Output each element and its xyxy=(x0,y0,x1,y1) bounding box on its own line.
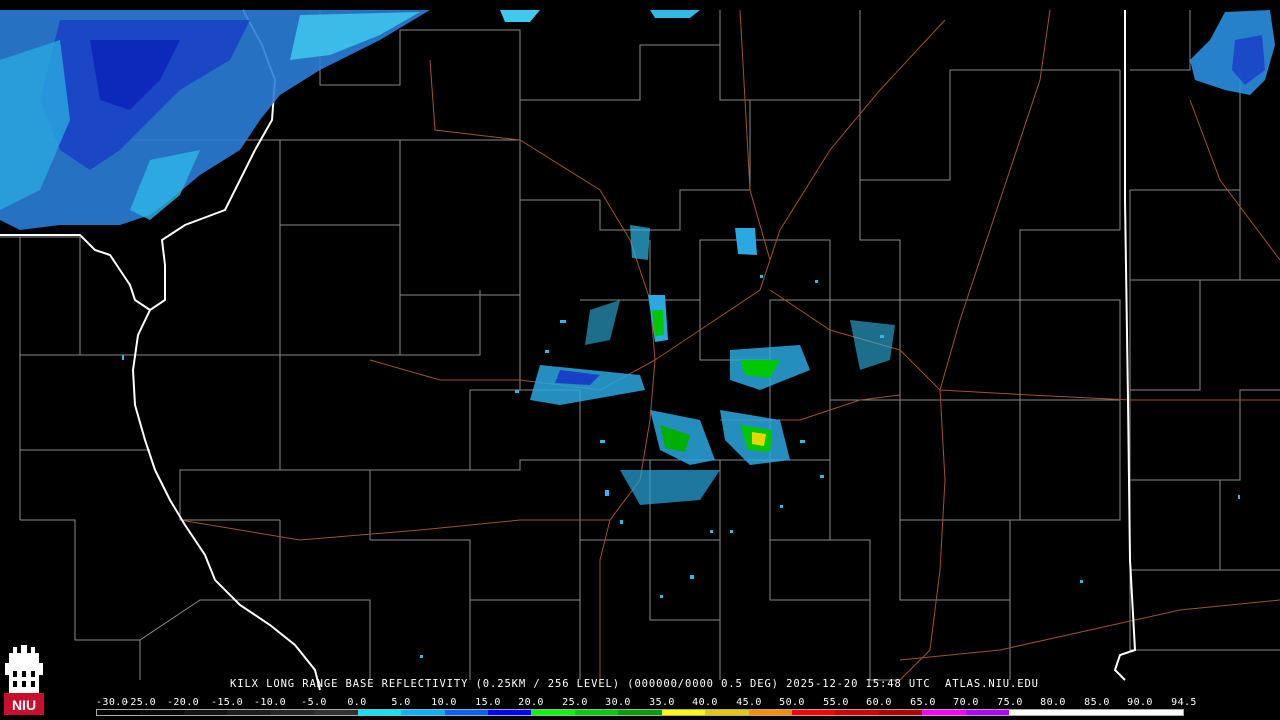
scale-label: 5.0 xyxy=(391,697,411,708)
logo-text: NIU xyxy=(12,697,36,713)
scale-color-segment xyxy=(792,710,836,715)
scale-label: 15.0 xyxy=(475,697,501,708)
scale-color-segment xyxy=(444,710,488,715)
timestamp: 2025-12-20 15:48 UTC xyxy=(786,678,931,690)
scale-label: 65.0 xyxy=(910,697,936,708)
scale-label: 30.0 xyxy=(605,697,631,708)
resolution-info: (0.25KM / 256 LEVEL) xyxy=(475,678,620,690)
scale-label: -20.0 xyxy=(166,697,200,708)
scale-color-segment xyxy=(748,710,792,715)
scale-color-segment xyxy=(183,710,228,715)
scale-label: 70.0 xyxy=(953,697,979,708)
scale-color-segment xyxy=(835,710,879,715)
scale-color-segment xyxy=(1139,710,1183,715)
scale-color-segment xyxy=(487,710,532,715)
scale-color-segment xyxy=(227,710,271,715)
scale-label: 25.0 xyxy=(562,697,588,708)
scale-label: 20.0 xyxy=(518,697,544,708)
scale-color-segment xyxy=(357,710,402,715)
scale-label: 75.0 xyxy=(997,697,1023,708)
scale-color-segment xyxy=(531,710,575,715)
scale-color-segment xyxy=(574,710,619,715)
scale-label: 55.0 xyxy=(823,697,849,708)
precip-radar-clutter xyxy=(530,225,895,505)
scale-label: 0.0 xyxy=(347,697,367,708)
scale-color-segment xyxy=(965,710,1010,715)
scale-label: 60.0 xyxy=(866,697,892,708)
dbz-color-scale xyxy=(96,709,1184,716)
radar-map xyxy=(0,9,1280,691)
station-id: KILX xyxy=(230,678,259,690)
scale-color-segment xyxy=(270,710,315,715)
scale-label: 80.0 xyxy=(1040,697,1066,708)
scale-color-segment xyxy=(1096,710,1140,715)
scale-label: 90.0 xyxy=(1127,697,1153,708)
scale-color-segment xyxy=(922,710,966,715)
scale-label: 10.0 xyxy=(431,697,457,708)
scale-color-segment xyxy=(314,710,358,715)
precip-speckles xyxy=(122,275,1240,658)
precip-northeast xyxy=(1190,10,1275,95)
scale-label: 45.0 xyxy=(736,697,762,708)
scale-color-segment xyxy=(1052,710,1097,715)
scale-color-segment xyxy=(705,710,749,715)
scale-label: -25.0 xyxy=(123,697,157,708)
scale-label: 40.0 xyxy=(692,697,718,708)
source-url: ATLAS.NIU.EDU xyxy=(945,678,1039,690)
scale-label: 35.0 xyxy=(649,697,675,708)
dbz-scale-labels: -30.0 -25.0 -20.0 -15.0 -10.0 -5.0 0.0 5.0 10.0 1… xyxy=(96,697,1196,708)
niu-logo-icon: NIU xyxy=(4,645,44,715)
scale-label: 85.0 xyxy=(1084,697,1110,708)
scale-label: 50.0 xyxy=(779,697,805,708)
product-caption: KILX LONG RANGE BASE REFLECTIVITY (0.25K… xyxy=(230,678,1039,690)
volume-info: (000000/0000 0.5 DEG) xyxy=(627,678,779,690)
scale-color-segment xyxy=(661,710,706,715)
scale-color-segment xyxy=(618,710,662,715)
scale-label: -15.0 xyxy=(210,697,244,708)
scale-label: 94.5 xyxy=(1171,697,1197,708)
scale-label: -10.0 xyxy=(253,697,287,708)
scale-color-segment xyxy=(878,710,923,715)
scale-label: -5.0 xyxy=(301,697,327,708)
highways xyxy=(179,9,1280,681)
product-name: LONG RANGE BASE REFLECTIVITY xyxy=(266,678,469,690)
scale-color-segment xyxy=(1009,710,1053,715)
precip-northwest xyxy=(0,10,700,230)
scale-color-segment xyxy=(140,710,184,715)
scale-color-segment xyxy=(97,710,141,715)
scale-color-segment xyxy=(401,710,445,715)
